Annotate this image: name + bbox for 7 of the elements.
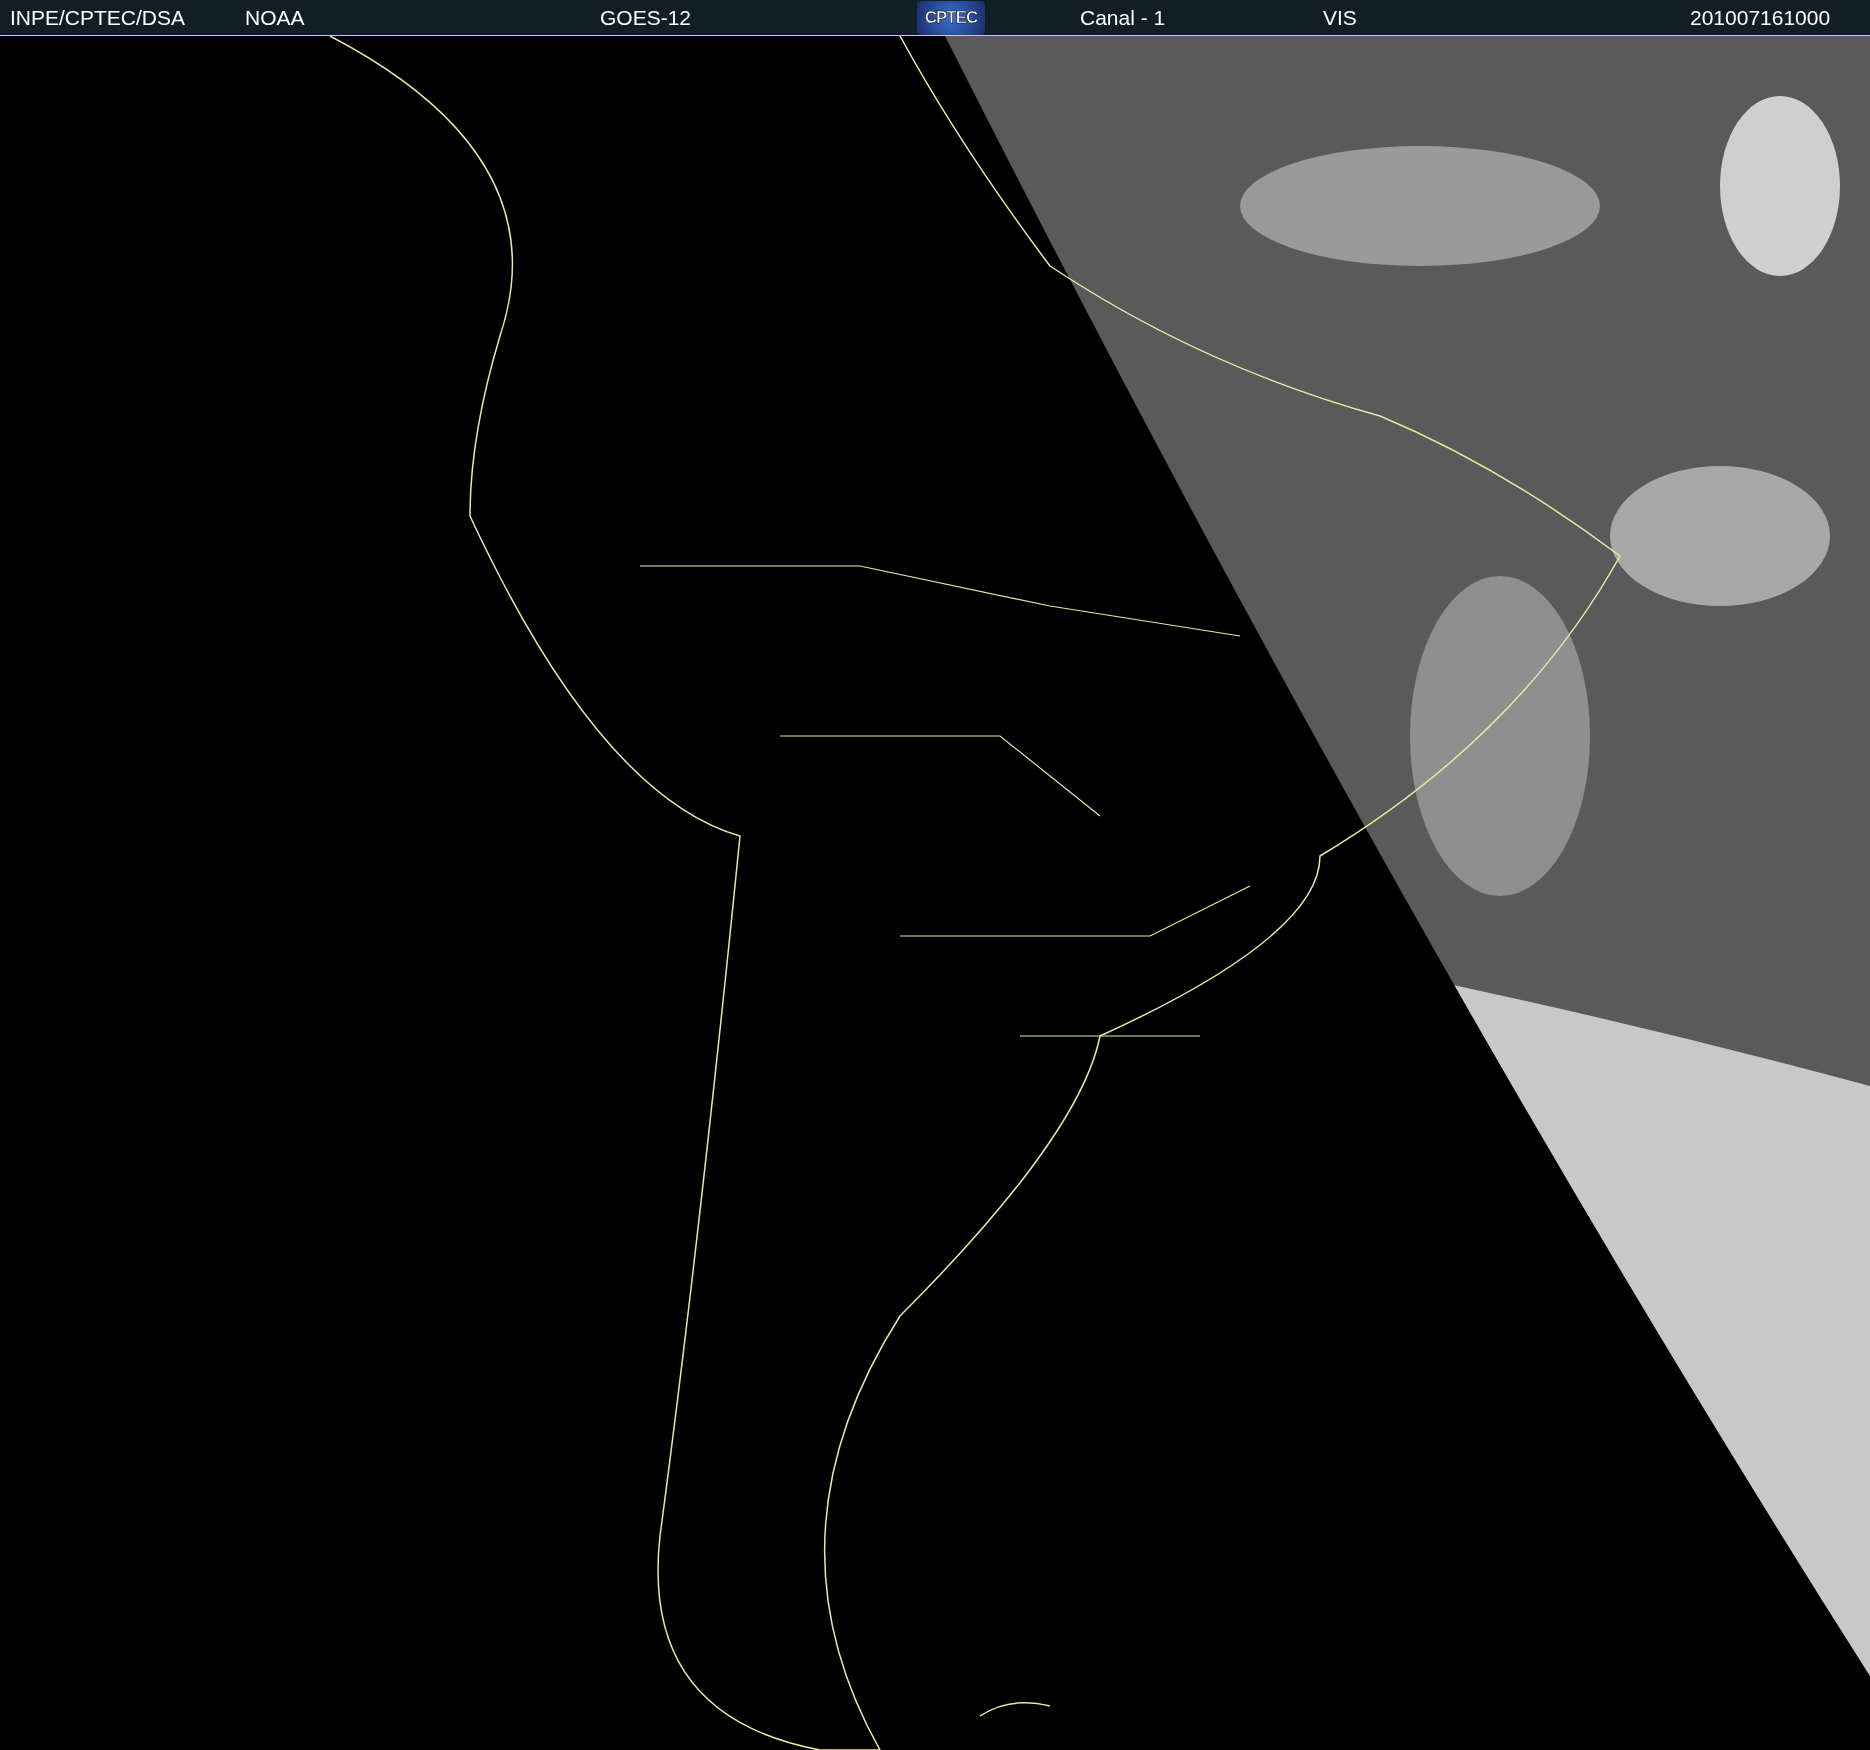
header-label: Canal - 1 — [1080, 5, 1166, 29]
header-label: NOAA — [245, 5, 305, 29]
header-label: VIS — [1323, 5, 1357, 29]
header-label: 201007161000 — [1690, 5, 1831, 29]
header-label: INPE/CPTEC/DSA — [10, 5, 186, 29]
logo: CPTEC — [917, 0, 985, 35]
header-label: GOES-12 — [600, 5, 692, 29]
